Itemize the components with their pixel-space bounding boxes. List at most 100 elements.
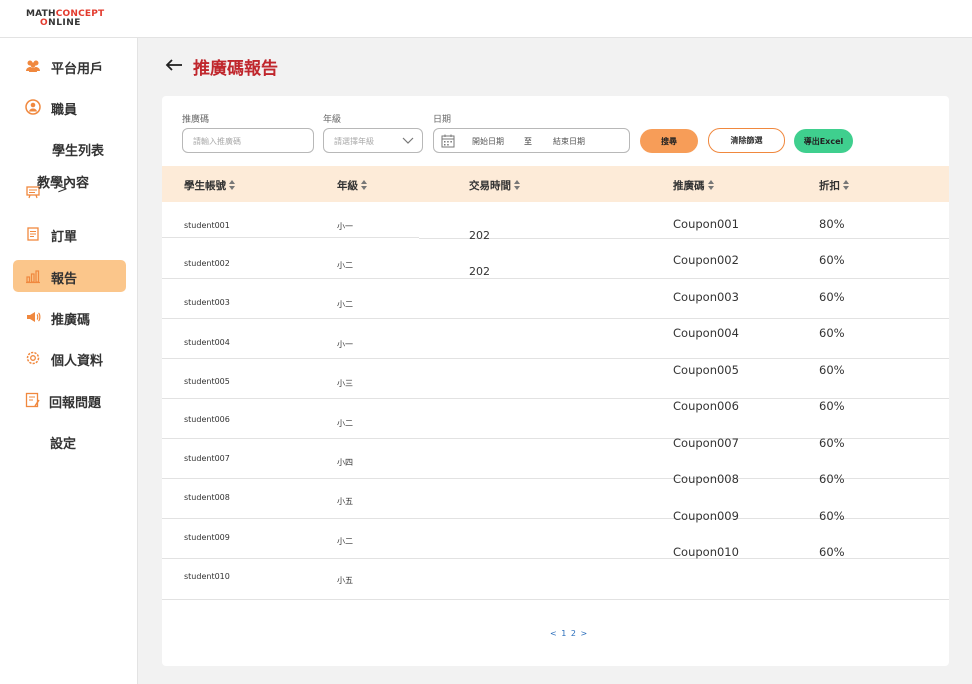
pagination[interactable]: < 1 2 > (550, 629, 588, 638)
sort-icon[interactable] (229, 180, 236, 191)
sidebar-item-platform-users[interactable]: 平台用戶 (13, 50, 126, 82)
calendar-icon (441, 134, 455, 148)
grade-filter-label: 年級 (323, 115, 342, 125)
row-divider (419, 599, 949, 600)
cell-account: student004 (184, 338, 230, 347)
row-divider (162, 518, 419, 519)
row-divider (419, 358, 949, 359)
col-header-account[interactable]: 學生帳號 (184, 178, 236, 193)
row-divider (162, 237, 419, 238)
cell-grade: 小四 (337, 458, 353, 467)
chevron-down-icon (402, 137, 414, 144)
grade-select[interactable]: 請選擇年級 (323, 128, 423, 153)
sidebar-item-label: 平台用戶 (51, 62, 104, 77)
date-end-field[interactable]: 結束日期 (553, 136, 585, 147)
megaphone-icon (27, 312, 41, 322)
date-filter-label: 日期 (433, 115, 452, 125)
cell-grade: 小三 (337, 379, 353, 388)
sidebar-item-report[interactable]: 報告 (13, 260, 126, 292)
export-excel-button[interactable]: 導出Excel (794, 129, 853, 153)
sidebar-item-profile[interactable]: 個人資料 (13, 342, 126, 374)
promo-code-input[interactable]: 請輸入推廣碼 (182, 128, 314, 153)
cell-code: Coupon006 (673, 399, 739, 413)
cell-grade: 小一 (337, 340, 353, 349)
report-issue-icon (25, 392, 40, 408)
cell-discount: 80% (819, 217, 845, 231)
code-filter-label: 推廣碼 (182, 115, 210, 125)
sidebar-item-staff[interactable]: 職員 (13, 91, 126, 123)
cell-code: Coupon002 (673, 253, 739, 267)
row-divider (162, 438, 419, 439)
cell-code: Coupon008 (673, 472, 739, 486)
sidebar-item-teaching-content[interactable]: 教學內容 > (13, 172, 126, 204)
cell-code: Coupon010 (673, 545, 739, 559)
sidebar-item-settings[interactable]: 設定 (13, 425, 126, 457)
cell-grade: 小一 (337, 222, 353, 231)
cell-discount: 60% (819, 472, 845, 486)
col-header-time[interactable]: 交易時間 (469, 178, 521, 193)
cell-code: Coupon003 (673, 290, 739, 304)
cell-discount: 60% (819, 509, 845, 523)
cell-discount: 60% (819, 290, 845, 304)
cell-account: student010 (184, 572, 230, 581)
top-bar: MATHCONCEPT ONLINE (0, 0, 972, 38)
row-divider (162, 398, 419, 399)
back-arrow-icon[interactable] (163, 54, 185, 76)
cell-account: student006 (184, 415, 230, 424)
cell-account: student003 (184, 298, 230, 307)
date-range-input[interactable]: 開始日期 至 結束日期 (433, 128, 630, 153)
sidebar-item-label: 回報問題 (49, 396, 102, 411)
cell-discount: 60% (819, 363, 845, 377)
cell-discount: 60% (819, 399, 845, 413)
cell-time: 202 (469, 229, 490, 242)
col-header-grade[interactable]: 年級 (337, 178, 368, 193)
cell-account: student001 (184, 221, 230, 230)
cell-account: student007 (184, 454, 230, 463)
cell-grade: 小二 (337, 419, 353, 428)
sidebar-item-label: 訂單 (51, 230, 78, 245)
col-header-discount[interactable]: 折扣 (819, 178, 850, 193)
row-divider (419, 278, 949, 279)
sidebar-item-label: 設定 (50, 437, 77, 452)
sort-icon[interactable] (514, 180, 521, 191)
cell-discount: 60% (819, 436, 845, 450)
sidebar-item-report-issue[interactable]: 回報問題 (13, 384, 126, 416)
cell-discount: 60% (819, 253, 845, 267)
cell-code: Coupon009 (673, 509, 739, 523)
chevron-right-icon[interactable]: > (57, 182, 68, 197)
row-divider (419, 318, 949, 319)
date-start-field[interactable]: 開始日期 (472, 136, 504, 147)
sort-icon[interactable] (707, 180, 715, 191)
cell-code: Coupon001 (673, 217, 739, 231)
cell-account: student008 (184, 493, 230, 502)
cell-account: student002 (184, 259, 230, 268)
cell-discount: 60% (819, 545, 845, 559)
report-chart-icon (26, 270, 40, 284)
row-divider (162, 478, 419, 479)
sidebar-item-label: 學生列表 (52, 144, 105, 159)
logo[interactable]: MATHCONCEPT ONLINE (26, 9, 106, 31)
row-divider (162, 358, 419, 359)
sidebar-item-label: 報告 (51, 272, 78, 287)
order-icon (27, 227, 39, 241)
sidebar-item-orders[interactable]: 訂單 (13, 218, 126, 250)
row-divider (162, 278, 419, 279)
sidebar-item-promo-code[interactable]: 推廣碼 (13, 301, 126, 333)
cell-grade: 小五 (337, 576, 353, 585)
cell-time: 202 (469, 265, 490, 278)
search-button[interactable]: 搜尋 (640, 129, 698, 153)
cell-code: Coupon007 (673, 436, 739, 450)
row-divider (162, 558, 419, 559)
sidebar-item-label: 推廣碼 (51, 313, 91, 328)
cell-grade: 小二 (337, 300, 353, 309)
sort-icon[interactable] (361, 180, 368, 191)
row-divider (162, 318, 419, 319)
col-header-code[interactable]: 推廣碼 (673, 178, 715, 193)
row-divider (162, 599, 419, 600)
cell-discount: 60% (819, 326, 845, 340)
user-circle-icon (25, 99, 41, 115)
clear-filter-button[interactable]: 清除篩選 (708, 128, 785, 153)
sort-icon[interactable] (843, 180, 850, 191)
sidebar-item-student-list[interactable]: 學生列表 (13, 132, 126, 164)
page-title: 推廣碼報告 (193, 59, 278, 79)
